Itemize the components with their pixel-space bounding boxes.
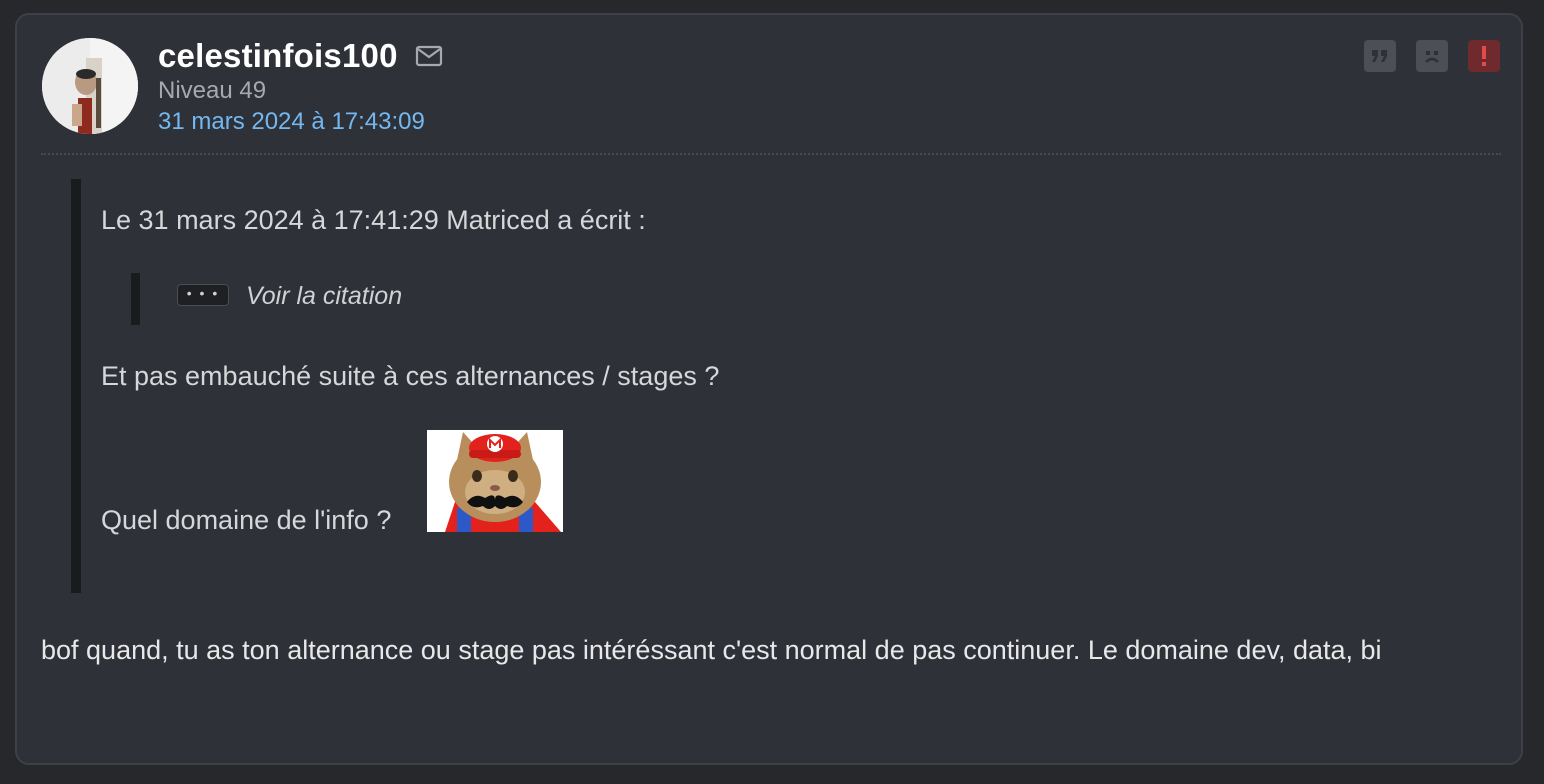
mario-cat-sticker [427,430,563,532]
expand-quote-button[interactable]: • • • [177,284,229,306]
avatar[interactable] [42,38,138,134]
sad-reaction-button[interactable] [1416,40,1448,72]
quote-text-line: Et pas embauché suite à ces alternances … [101,361,720,391]
quote-text-line: Quel domaine de l'info ? [101,505,392,535]
author-name[interactable]: celestinfois100 [158,37,398,75]
nested-blockquote-bar [131,273,140,325]
blockquote-bar [71,179,81,593]
show-quote-link[interactable]: Voir la citation [246,282,402,311]
forum-post: celestinfois100 Niveau 49 31 mars 2024 à… [15,13,1523,765]
avatar-image [42,38,138,134]
post-date-link[interactable]: 31 mars 2024 à 17:43:09 [158,108,425,136]
user-level: Niveau 49 [158,77,267,104]
sad-face-icon [1425,51,1439,63]
header-divider [41,153,1501,155]
post-body-text: bof quand, tu as ton alternance ou stage… [41,635,1382,665]
quote-header: Le 31 mars 2024 à 17:41:29 Matriced a éc… [101,205,646,235]
envelope-icon[interactable] [414,43,444,69]
quote-icon [1372,50,1387,62]
exclamation-icon [1482,46,1486,66]
report-button[interactable] [1468,40,1500,72]
quote-button[interactable] [1364,40,1396,72]
